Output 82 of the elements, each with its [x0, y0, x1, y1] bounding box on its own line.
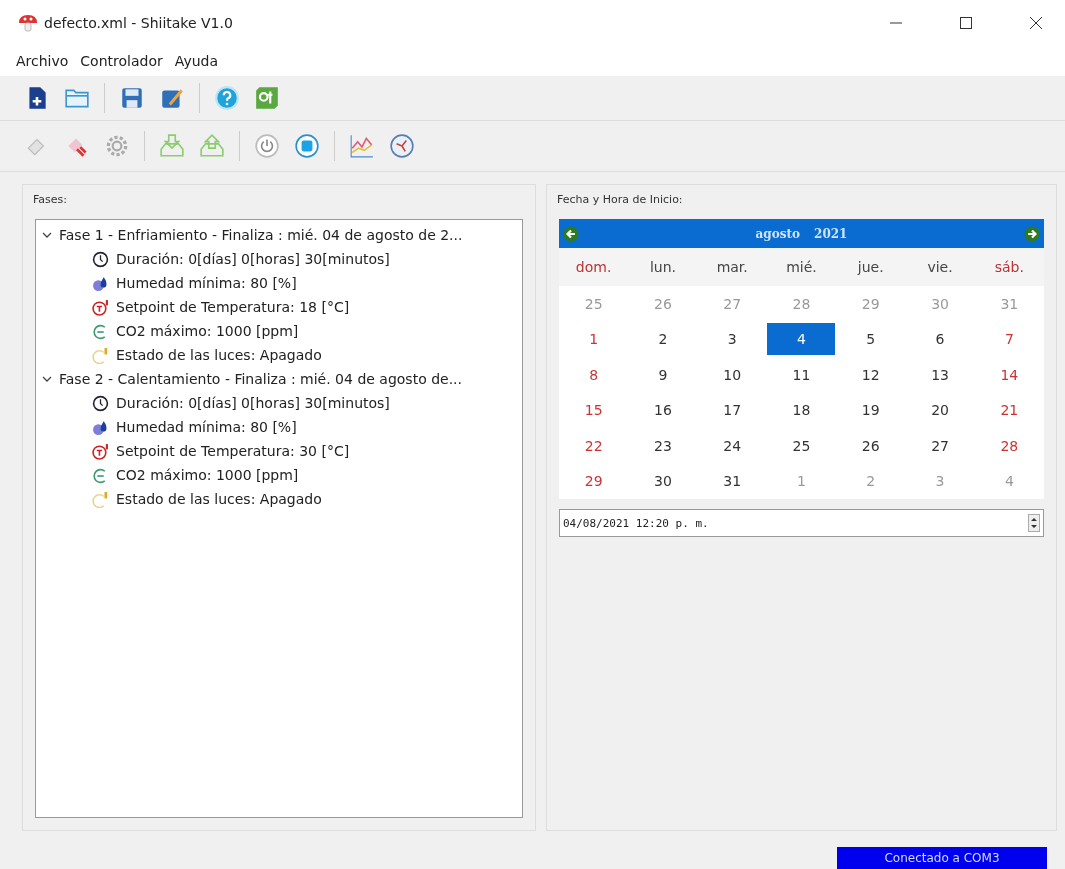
spinner-icon[interactable] [1028, 514, 1040, 532]
thermometer-icon [92, 442, 109, 460]
tree-item[interactable]: Duración: 0[días] 0[horas] 30[minutos] [116, 251, 390, 267]
calendar-day[interactable]: 12 [836, 358, 905, 391]
weekday-label: dom. [574, 259, 613, 275]
tree-item[interactable]: CO2 máximo: 1000 [ppm] [116, 323, 299, 339]
group-title: Fases: [33, 193, 67, 206]
calendar-day[interactable]: 25 [767, 429, 836, 462]
calendar-day[interactable]: 24 [698, 429, 767, 462]
connection-status: Conectado a COM3 [837, 847, 1047, 869]
line-chart-icon[interactable] [349, 133, 375, 159]
menu-item[interactable]: Archivo [16, 53, 69, 69]
calendar-day[interactable]: 27 [906, 429, 975, 462]
tree-item[interactable]: CO2 máximo: 1000 [ppm] [116, 467, 299, 483]
tree-item[interactable]: Setpoint de Temperatura: 30 [°C] [116, 443, 350, 459]
tree-item[interactable]: Humedad mínima: 80 [%] [116, 419, 297, 435]
drops-icon [92, 418, 109, 436]
calendar-day[interactable]: 4 [767, 323, 836, 356]
calendar-day[interactable]: 2 [628, 323, 697, 356]
weekday-label: lun. [648, 259, 677, 275]
thermometer-icon [92, 298, 109, 316]
calendar-day[interactable]: 9 [628, 358, 697, 391]
calendar-day[interactable]: 30 [628, 465, 697, 498]
group-title: Fecha y Hora de Inicio: [557, 193, 683, 206]
weekday-label: jue. [856, 259, 885, 275]
chevron-icon[interactable] [42, 230, 52, 240]
weekday-label: vie. [926, 259, 954, 275]
menu-item[interactable]: Ayuda [174, 53, 218, 69]
calendar-day[interactable]: 22 [559, 429, 628, 462]
calendar-day[interactable]: 1 [559, 323, 628, 356]
tree-item[interactable]: Setpoint de Temperatura: 18 [°C] [116, 299, 350, 315]
clock-icon [92, 394, 109, 412]
calendar-day[interactable]: 17 [698, 394, 767, 427]
tree-item[interactable]: Humedad mínima: 80 [%] [116, 275, 297, 291]
tree-item[interactable]: Estado de las luces: Apagado [116, 347, 322, 363]
save-icon[interactable] [119, 85, 145, 111]
chevron-icon[interactable] [42, 374, 52, 384]
calendar-day[interactable]: 19 [836, 394, 905, 427]
calendar-day[interactable]: 23 [628, 429, 697, 462]
calendar-day[interactable]: 13 [906, 358, 975, 391]
weekday-label: mié. [785, 259, 818, 275]
calendar-day[interactable]: 6 [906, 323, 975, 356]
previous-month-icon[interactable] [563, 225, 579, 242]
menu-item[interactable]: Controlador [80, 53, 163, 69]
clock-icon[interactable] [389, 133, 415, 159]
clock-icon [92, 250, 109, 268]
weekday-label: sáb. [993, 259, 1025, 275]
calendar-day[interactable]: 15 [559, 394, 628, 427]
calendar-day[interactable]: 7 [975, 323, 1044, 356]
tree-item[interactable]: Fase 1 - Enfriamiento - Finaliza : mié. 04 de agosto de 2... [59, 227, 463, 243]
year-selector[interactable]: 2021 [814, 226, 848, 241]
weekday-label: mar. [715, 259, 749, 275]
datetime-field[interactable]: 04/08/2021 12:20 p. m. [559, 509, 1044, 537]
tree-item[interactable]: Fase 2 - Calentamiento - Finaliza : mié. 04 de agosto de... [59, 371, 463, 387]
window-title: defecto.xml - Shiitake V1.0 [44, 15, 233, 31]
calendar-day[interactable]: 28 [975, 429, 1044, 462]
close-icon[interactable] [1029, 16, 1043, 30]
maximize-icon[interactable] [959, 16, 973, 30]
calendar-day[interactable]: 8 [559, 358, 628, 391]
gear-icon[interactable] [104, 133, 130, 159]
calendar-day[interactable]: 20 [906, 394, 975, 427]
calendar-day[interactable]: 31 [698, 465, 767, 498]
tree-item[interactable]: Estado de las luces: Apagado [116, 491, 322, 507]
calendar-day[interactable]: 11 [767, 358, 836, 391]
help-icon[interactable] [214, 85, 240, 111]
stop-icon[interactable] [294, 133, 320, 159]
calendar-day[interactable]: 14 [975, 358, 1044, 391]
drops-icon [92, 274, 109, 292]
next-month-icon[interactable] [1024, 225, 1040, 242]
calendar-day[interactable]: 18 [767, 394, 836, 427]
calendar-day[interactable]: 3 [698, 323, 767, 356]
qt-logo-icon[interactable] [254, 85, 280, 111]
calendar-day[interactable]: 21 [975, 394, 1044, 427]
calendar-day[interactable]: 29 [559, 465, 628, 498]
calendar-day[interactable]: 16 [628, 394, 697, 427]
mushroom-icon [18, 14, 38, 32]
calendar-day[interactable]: 10 [698, 358, 767, 391]
month-selector[interactable]: agosto [755, 226, 801, 241]
power-icon[interactable] [254, 133, 280, 159]
tree-item[interactable]: Duración: 0[días] 0[horas] 30[minutos] [116, 395, 390, 411]
calendar-day[interactable]: 26 [836, 429, 905, 462]
calendar-day[interactable]: 5 [836, 323, 905, 356]
